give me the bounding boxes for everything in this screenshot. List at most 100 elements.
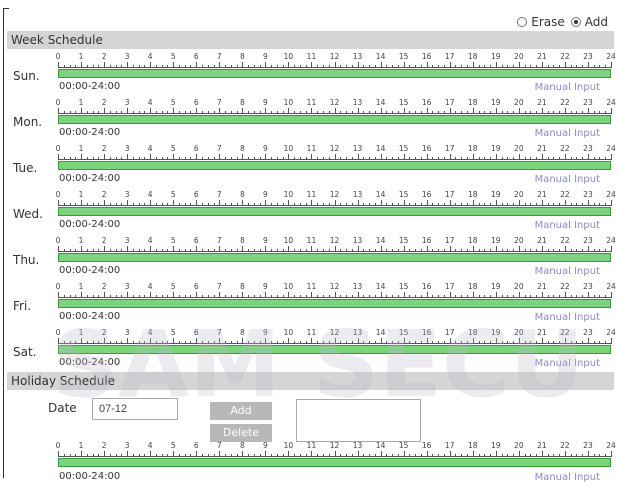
manual-input-link[interactable]: Manual Input [535, 82, 600, 93]
quarter-tick [536, 295, 538, 298]
hour-label: 7 [216, 236, 222, 245]
add-button[interactable]: Add [210, 402, 272, 420]
hour-tick [518, 451, 520, 457]
hour-label: 9 [262, 441, 268, 450]
hour-label: 9 [262, 282, 268, 291]
quarter-tick [276, 203, 278, 206]
hour-label: 12 [329, 328, 340, 337]
quarter-tick [478, 111, 480, 114]
day-timeline[interactable]: 0 1 2 3 4 5 6 7 8 9 10 11 12 13 14 15 16 17 18 19 20 21 22 23 24 [56, 52, 616, 80]
quarter-tick [294, 249, 296, 252]
quarter-tick [369, 341, 371, 344]
quarter-tick [570, 111, 572, 114]
holiday-timeline[interactable]: 0 1 2 3 4 5 6 7 8 9 10 11 12 13 14 15 16 17 18 19 20 21 22 23 24 [56, 441, 616, 469]
hour-label: 4 [147, 190, 153, 199]
hour-label: 1 [78, 328, 84, 337]
quarter-tick [415, 295, 417, 298]
hour-label: 8 [239, 441, 245, 450]
manual-input-link[interactable]: Manual Input [535, 220, 600, 231]
schedule-bar[interactable] [58, 345, 611, 354]
hour-label: 1 [78, 52, 84, 61]
quarter-tick [328, 157, 330, 160]
quarter-tick [559, 203, 561, 206]
hour-label: 23 [583, 441, 593, 450]
delete-button[interactable]: Delete [210, 424, 272, 442]
hour-tick [518, 200, 520, 206]
manual-input-link[interactable]: Manual Input [535, 472, 600, 483]
day-label: Wed. [13, 207, 43, 221]
holiday-list[interactable] [296, 399, 421, 442]
quarter-tick [507, 249, 509, 252]
day-timeline[interactable]: 0 1 2 3 4 5 6 7 8 9 10 11 12 13 14 15 16 17 18 19 20 21 22 23 24 [56, 144, 616, 172]
quarter-tick [144, 454, 146, 457]
quarter-tick [86, 454, 88, 457]
day-timeline[interactable]: 0 1 2 3 4 5 6 7 8 9 10 11 12 13 14 15 16 17 18 19 20 21 22 23 24 [56, 98, 616, 126]
hour-label: 21 [537, 282, 547, 291]
hour-tick [357, 108, 359, 114]
hour-tick [495, 338, 497, 344]
erase-radio[interactable] [517, 17, 528, 27]
quarter-tick [513, 295, 515, 298]
manual-input-link[interactable]: Manual Input [535, 128, 600, 139]
schedule-bar[interactable] [58, 458, 611, 467]
add-radio[interactable] [570, 17, 581, 27]
hour-tick [265, 200, 267, 206]
manual-input-link[interactable]: Manual Input [535, 312, 600, 323]
quarter-tick [507, 203, 509, 206]
hour-tick [541, 62, 543, 68]
quarter-tick [202, 203, 203, 206]
quarter-tick [109, 65, 111, 68]
hour-label: 5 [170, 144, 176, 153]
quarter-tick [438, 203, 440, 206]
schedule-bar[interactable] [58, 253, 611, 262]
hour-tick [265, 246, 267, 252]
holiday-date-input[interactable] [92, 398, 178, 420]
quarter-tick [513, 157, 515, 160]
hour-label: 11 [306, 441, 317, 450]
quarter-tick [582, 203, 584, 206]
day-timeline[interactable]: 0 1 2 3 4 5 6 7 8 9 10 11 12 13 14 15 16 17 18 19 20 21 22 23 24 [56, 236, 616, 264]
quarter-tick [582, 454, 584, 457]
hour-tick [265, 451, 267, 457]
day-timeline[interactable]: 0 1 2 3 4 5 6 7 8 9 10 11 12 13 14 15 16 17 18 19 20 21 22 23 24 [56, 282, 616, 310]
quarter-tick [259, 157, 261, 160]
quarter-tick [322, 454, 324, 457]
quarter-tick [513, 341, 515, 344]
hour-label: 6 [193, 98, 199, 107]
quarter-tick [328, 203, 330, 206]
quarter-tick [599, 157, 601, 160]
manual-input-link[interactable]: Manual Input [535, 174, 600, 185]
day-timeline[interactable]: 0 1 2 3 4 5 6 7 8 9 10 11 12 13 14 15 16 17 18 19 20 21 22 23 24 [56, 190, 616, 218]
schedule-bar[interactable] [58, 115, 611, 124]
quarter-tick [490, 295, 492, 298]
time-range-text: 00:00-24:00 [59, 219, 121, 230]
schedule-bar[interactable] [58, 69, 611, 78]
hour-label: 17 [444, 328, 455, 337]
hour-label: 23 [583, 52, 593, 61]
quarter-tick [432, 65, 434, 68]
quarter-tick [69, 157, 71, 160]
hour-label: 6 [193, 282, 199, 291]
quarter-tick [386, 65, 388, 68]
quarter-tick [351, 157, 353, 160]
hour-tick [311, 108, 313, 114]
manual-input-link[interactable]: Manual Input [535, 266, 600, 277]
day-timeline[interactable]: 0 1 2 3 4 5 6 7 8 9 10 11 12 13 14 15 16 17 18 19 20 21 22 23 24 [56, 328, 616, 356]
hour-tick [173, 246, 175, 252]
quarter-tick [322, 65, 324, 68]
schedule-bar[interactable] [58, 299, 611, 308]
quarter-tick [63, 249, 65, 252]
quarter-tick [420, 341, 422, 344]
hour-label: 14 [375, 282, 386, 291]
schedule-bar[interactable] [58, 161, 611, 170]
quarter-tick [524, 295, 526, 298]
hour-label: 18 [467, 328, 478, 337]
time-range-text: 00:00-24:00 [59, 81, 121, 92]
quarter-tick [553, 249, 555, 252]
schedule-bar[interactable] [58, 207, 611, 216]
quarter-tick [530, 295, 532, 298]
quarter-tick [155, 203, 157, 206]
quarter-tick [98, 454, 100, 457]
quarter-tick [155, 295, 157, 298]
manual-input-link[interactable]: Manual Input [535, 358, 600, 369]
